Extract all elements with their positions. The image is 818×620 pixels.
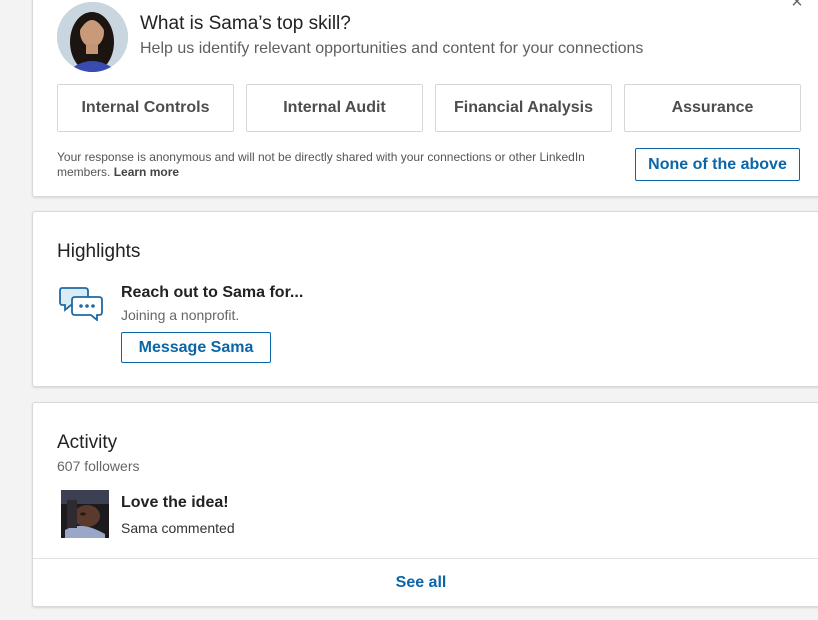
post-image [61, 490, 109, 538]
post-heading[interactable]: Love the idea! [121, 494, 229, 512]
highlights-card: Highlights Reach out to Sama for... Join… [32, 211, 818, 387]
chat-bubbles-icon [59, 287, 103, 321]
none-of-the-above-button[interactable]: None of the above [635, 148, 800, 181]
highlight-detail: Joining a nonprofit. [121, 307, 240, 323]
profile-photo [57, 2, 128, 72]
profile-avatar [57, 2, 128, 72]
skill-option-internal-controls[interactable]: Internal Controls [57, 84, 234, 132]
followers-count[interactable]: 607 followers [57, 458, 140, 474]
skill-question-subtitle: Help us identify relevant opportunities … [140, 40, 644, 57]
skill-option-internal-audit[interactable]: Internal Audit [246, 84, 423, 132]
see-all-link[interactable]: See all [33, 559, 809, 607]
skill-option-financial-analysis[interactable]: Financial Analysis [435, 84, 612, 132]
learn-more-link[interactable]: Learn more [114, 165, 179, 179]
highlights-title: Highlights [57, 241, 141, 262]
anonymous-note: Your response is anonymous and will not … [57, 150, 617, 180]
skill-question-card: What is Sama’s top skill? Help us identi… [32, 0, 818, 197]
activity-title: Activity [57, 432, 118, 453]
message-button[interactable]: Message Sama [121, 332, 271, 363]
skill-option-assurance[interactable]: Assurance [624, 84, 801, 132]
close-icon[interactable]: × [788, 0, 806, 12]
post-thumbnail[interactable] [61, 490, 109, 538]
skill-question-title: What is Sama’s top skill? [140, 13, 351, 34]
activity-card: Activity 607 followers Love the idea! Sa… [32, 402, 818, 607]
post-meta: Sama commented [121, 520, 235, 536]
highlight-heading: Reach out to Sama for... [121, 284, 304, 301]
